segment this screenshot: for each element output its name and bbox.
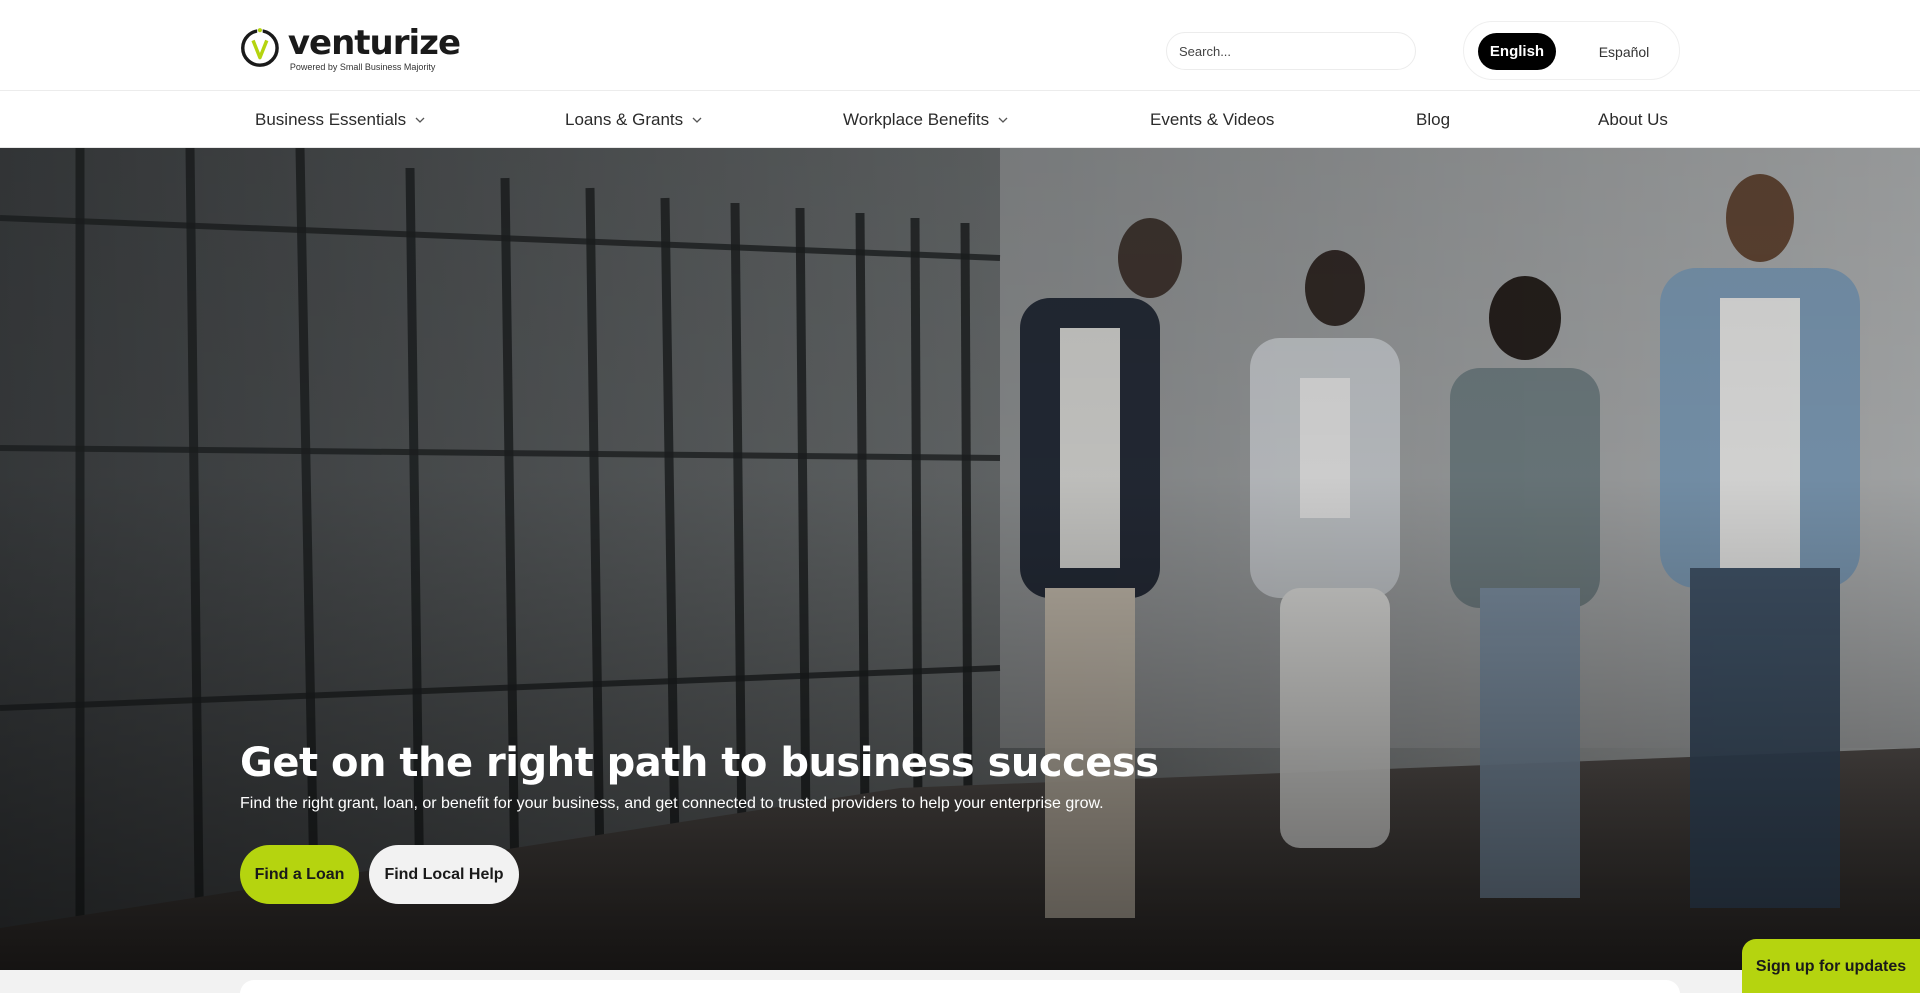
hero-subtitle: Find the right grant, loan, or benefit f… (240, 795, 1104, 812)
chevron-down-icon (692, 117, 702, 123)
logo-mark-icon (241, 28, 279, 67)
main-nav: Business Essentials Loans & Grants Workp… (0, 91, 1920, 148)
logo-wordmark: venturize (287, 22, 461, 63)
nav-item-loans-grants[interactable]: Loans & Grants (565, 91, 703, 148)
nav-item-workplace-benefits[interactable]: Workplace Benefits (843, 91, 1009, 148)
language-spanish-button[interactable]: Español (1584, 33, 1664, 70)
hero-title: Get on the right path to business succes… (240, 740, 1159, 786)
chevron-down-icon (415, 117, 425, 123)
hero-section: Get on the right path to business succes… (0, 148, 1920, 970)
logo-tagline: Powered by Small Business Majority (289, 61, 436, 72)
find-local-help-button[interactable]: Find Local Help (369, 845, 519, 904)
nav-item-events-videos[interactable]: Events & Videos (1150, 91, 1274, 148)
nav-item-blog[interactable]: Blog (1416, 91, 1450, 148)
nav-item-label: Business Essentials (255, 109, 407, 129)
chevron-down-icon (998, 117, 1008, 123)
nav-item-label: Workplace Benefits (843, 109, 990, 129)
content-card-top (240, 980, 1680, 993)
find-a-loan-button[interactable]: Find a Loan (240, 845, 359, 904)
venturize-logo[interactable]: venturize Powered by Small Business Majo… (240, 18, 461, 78)
nav-item-label: Loans & Grants (565, 109, 684, 129)
language-toggle: English Español (1463, 21, 1680, 80)
nav-item-label: About Us (1598, 109, 1668, 129)
nav-item-label: Blog (1416, 109, 1451, 129)
language-english-button[interactable]: English (1478, 33, 1556, 70)
search-input[interactable] (1166, 32, 1416, 70)
nav-item-about-us[interactable]: About Us (1598, 91, 1668, 148)
nav-item-business-essentials[interactable]: Business Essentials (255, 91, 426, 148)
signup-updates-button[interactable]: Sign up for updates (1742, 939, 1920, 993)
nav-item-label: Events & Videos (1150, 109, 1275, 129)
site-header: venturize Powered by Small Business Majo… (0, 0, 1920, 91)
